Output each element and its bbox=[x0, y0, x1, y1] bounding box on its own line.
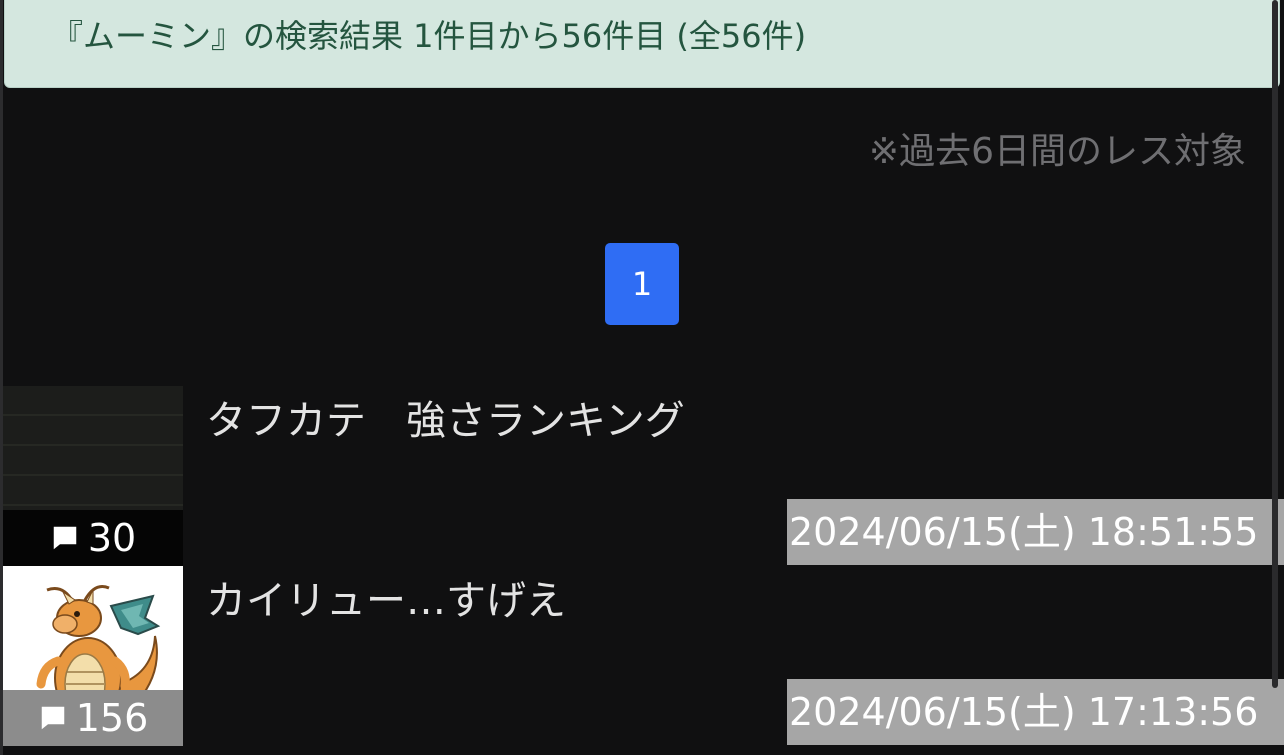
page-1-button[interactable]: 1 bbox=[605, 243, 679, 325]
pagination: 1 bbox=[605, 243, 679, 325]
comment-icon bbox=[41, 706, 64, 730]
reply-count: 156 bbox=[75, 696, 149, 740]
thread-thumbnail[interactable]: 156 bbox=[3, 566, 183, 746]
thread-thumbnail[interactable]: 30 bbox=[3, 386, 183, 566]
reply-count-badge: 30 bbox=[3, 510, 183, 566]
thread-date: 2024/06/15(土) 17:13:56 bbox=[787, 679, 1284, 745]
reply-count: 30 bbox=[87, 516, 137, 560]
search-results-header: 『ムーミン』の検索結果 1件目から56件目 (全56件) bbox=[4, 0, 1280, 88]
search-results-page: 『ムーミン』の検索結果 1件目から56件目 (全56件) ※過去6日間のレス対象… bbox=[0, 0, 1284, 755]
thread-list: 30 タフカテ 強さランキング 2024/06/15(土) 18:51:55 1… bbox=[0, 386, 1284, 746]
thread-item[interactable]: 30 タフカテ 強さランキング 2024/06/15(土) 18:51:55 bbox=[0, 386, 1284, 566]
thread-item[interactable]: 156 カイリュー…すげえ 2024/06/15(土) 17:13:56 bbox=[0, 566, 1284, 746]
thread-title-link[interactable]: カイリュー…すげえ bbox=[206, 576, 566, 626]
thread-title-link[interactable]: タフカテ 強さランキング bbox=[206, 396, 685, 446]
reply-count-badge: 156 bbox=[3, 690, 183, 746]
search-scope-note: ※過去6日間のレス対象 bbox=[868, 131, 1246, 172]
thread-date: 2024/06/15(土) 18:51:55 bbox=[787, 499, 1284, 565]
search-summary: 『ムーミン』の検索結果 1件目から56件目 (全56件) bbox=[51, 17, 807, 55]
vertical-scrollbar[interactable] bbox=[1272, 0, 1278, 688]
comment-icon bbox=[53, 526, 77, 550]
